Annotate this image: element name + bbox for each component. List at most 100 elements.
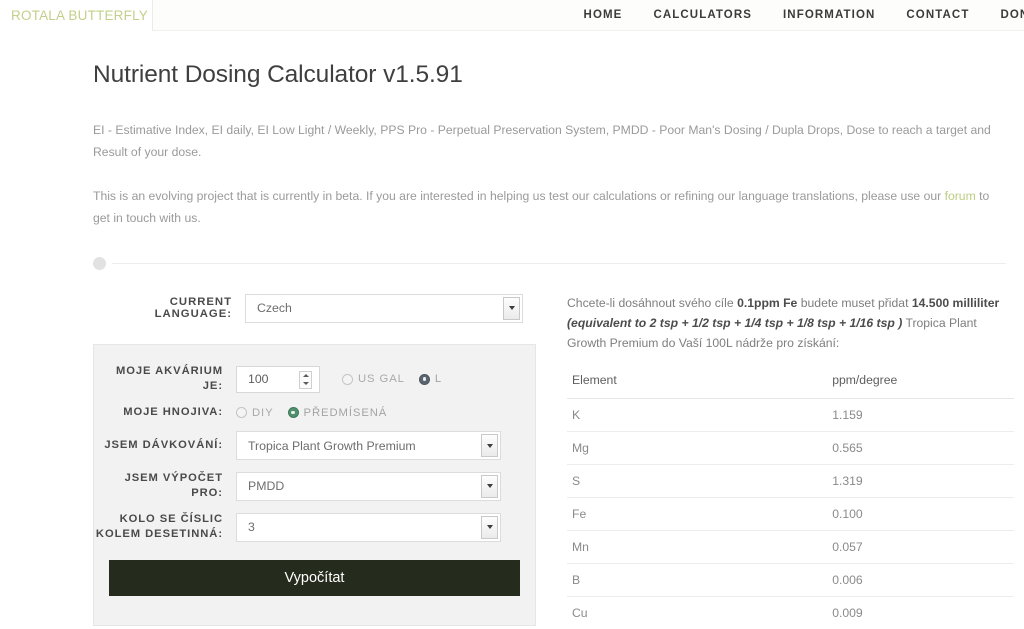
- chevron-down-icon[interactable]: [481, 474, 498, 498]
- calc-for-row: JSEM VÝPOČET PRO: PMDD: [94, 471, 535, 501]
- unit-radio-liter[interactable]: L: [418, 373, 443, 385]
- chevron-down-icon[interactable]: [481, 515, 498, 539]
- calculator-form-column: CURRENT LANGUAGE: Czech MOJE AKVÁRIUM JE…: [93, 293, 558, 626]
- beta-paragraph: This is an evolving project that is curr…: [93, 185, 1008, 229]
- result-summary: Chcete-li dosáhnout svého cíle 0.1ppm Fe…: [567, 293, 1015, 353]
- result-target: 0.1ppm Fe: [737, 296, 798, 310]
- table-row: Mg 0.565: [567, 431, 1014, 465]
- stepper-up-icon: [302, 374, 309, 377]
- chevron-down-icon[interactable]: [481, 434, 498, 457]
- element-value: 0.057: [639, 530, 1014, 564]
- result-text-1: Chcete-li dosáhnout svého cíle: [567, 296, 738, 310]
- tank-volume-value: 100: [248, 372, 269, 386]
- nav-item-contact[interactable]: CONTACT: [906, 9, 969, 21]
- dosing-label: JSEM DÁVKOVÁNÍ:: [104, 439, 223, 451]
- element-name: Mg: [567, 431, 640, 465]
- results-column: Chcete-li dosáhnout svého cíle 0.1ppm Fe…: [558, 293, 1024, 629]
- unit-radio-usgal[interactable]: US GAL: [342, 373, 405, 385]
- tank-volume-input[interactable]: 100: [236, 365, 320, 393]
- logo-text: ROTALA BUTTERFLY: [11, 7, 148, 23]
- calculator-panel: MOJE AKVÁRIUM JE: 100 US GAL L MOJE HNOJ…: [93, 344, 536, 626]
- calc-for-select-value: PMDD: [248, 479, 285, 493]
- forum-link[interactable]: forum: [945, 189, 976, 203]
- rounding-row: KOLO SE ČÍSLIC KOLEM DESETINNÁ: 3: [94, 512, 535, 542]
- dosing-select-value: Tropica Plant Growth Premium: [248, 438, 416, 453]
- language-row: CURRENT LANGUAGE: Czech: [93, 293, 558, 323]
- site-logo[interactable]: ROTALA BUTTERFLY: [0, 0, 153, 31]
- radio-icon-liter-selected[interactable]: [418, 373, 430, 385]
- table-row: Mn 0.057: [567, 530, 1014, 564]
- radio-icon-premixed-selected[interactable]: [287, 407, 299, 418]
- unit-radio-usgal-label: US GAL: [358, 373, 405, 385]
- element-name: Fe: [567, 497, 640, 531]
- element-name: Cu: [567, 596, 640, 629]
- radio-icon-usgal[interactable]: [342, 373, 353, 385]
- table-header-ppm: ppm/degree: [639, 369, 1014, 399]
- slider-track[interactable]: [112, 263, 1006, 264]
- calculate-button[interactable]: Vypočítat: [109, 560, 520, 596]
- element-value: 0.009: [639, 596, 1014, 629]
- quantity-stepper[interactable]: [299, 370, 312, 389]
- fertilizer-radio-diy-label: DIY: [252, 406, 274, 419]
- beta-text-before: This is an evolving project that is curr…: [93, 189, 945, 203]
- element-value: 0.100: [639, 497, 1014, 531]
- nav-item-home[interactable]: HOME: [584, 9, 623, 21]
- table-header-element: Element: [567, 369, 640, 399]
- table-row: Fe 0.100: [567, 497, 1014, 531]
- content-columns: CURRENT LANGUAGE: Czech MOJE AKVÁRIUM JE…: [93, 293, 1024, 629]
- fertilizer-radio-group: DIY PŘEDMÍSENÁ: [236, 407, 395, 419]
- fertilizer-row: MOJE HNOJIVA: DIY PŘEDMÍSENÁ: [94, 405, 535, 420]
- slider-handle[interactable]: [93, 257, 106, 270]
- chevron-down-icon[interactable]: [503, 296, 520, 320]
- nav-item-information[interactable]: INFORMATION: [783, 9, 875, 21]
- calc-for-label: JSEM VÝPOČET PRO:: [124, 472, 223, 499]
- rounding-label-line2: KOLEM DESETINNÁ:: [95, 528, 223, 540]
- dosing-row: JSEM DÁVKOVÁNÍ: Tropica Plant Growth Pre…: [94, 431, 535, 460]
- element-value: 1.319: [639, 464, 1014, 498]
- results-table: Element ppm/degree K 1.159 Mg 0.565 S 1.…: [567, 369, 1014, 629]
- fertilizer-radio-premixed-label: PŘEDMÍSENÁ: [303, 406, 388, 419]
- element-value: 0.565: [639, 431, 1014, 465]
- stepper-down-icon: [302, 382, 309, 385]
- tank-volume-label: MOJE AKVÁRIUM JE:: [115, 365, 223, 392]
- language-label: CURRENT LANGUAGE:: [154, 296, 232, 320]
- unit-radio-liter-label: L: [434, 373, 443, 385]
- calc-for-select[interactable]: PMDD: [236, 471, 501, 501]
- language-select[interactable]: Czech: [245, 293, 523, 323]
- unit-radio-group: US GAL L: [342, 373, 450, 385]
- rounding-label: KOLO SE ČÍSLIC KOLEM DESETINNÁ:: [94, 512, 236, 542]
- rounding-select-value: 3: [248, 520, 255, 534]
- nav-item-calculators[interactable]: CALCULATORS: [653, 9, 752, 21]
- intro-paragraph: EI - Estimative Index, EI daily, EI Low …: [93, 123, 991, 159]
- page-title: Nutrient Dosing Calculator v1.5.91: [93, 61, 463, 88]
- results-table-body: K 1.159 Mg 0.565 S 1.319 Fe 0.100 Mn 0.0…: [567, 398, 1014, 629]
- result-equivalent: (equivalent to 2 tsp + 1/2 tsp + 1/4 tsp…: [567, 316, 903, 330]
- site-header: ROTALA BUTTERFLY HOME CALCULATORS INFORM…: [0, 0, 1024, 31]
- element-name: S: [567, 464, 640, 498]
- element-name: K: [567, 398, 640, 432]
- rounding-label-line1: KOLO SE ČÍSLIC: [119, 513, 223, 525]
- result-text-2: budete muset přidat: [797, 296, 912, 310]
- main-navigation: HOME CALCULATORS INFORMATION CONTACT DON…: [153, 0, 1024, 31]
- nav-item-donate[interactable]: DONAT: [1000, 9, 1024, 21]
- element-value: 0.006: [639, 563, 1014, 597]
- section-slider[interactable]: [93, 257, 1006, 270]
- element-name: B: [567, 563, 640, 597]
- language-select-value: Czech: [257, 301, 292, 315]
- table-row: B 0.006: [567, 563, 1014, 597]
- fertilizer-radio-premixed[interactable]: PŘEDMÍSENÁ: [287, 406, 388, 419]
- fertilizer-radio-diy[interactable]: DIY: [236, 407, 274, 419]
- dosing-select[interactable]: Tropica Plant Growth Premium: [236, 431, 501, 460]
- fertilizer-label: MOJE HNOJIVA:: [123, 406, 223, 418]
- element-value: 1.159: [639, 398, 1014, 432]
- table-row: K 1.159: [567, 398, 1014, 432]
- result-amount: 14.500 milliliter: [911, 296, 1000, 310]
- radio-icon-diy[interactable]: [236, 407, 247, 418]
- table-header-row: Element ppm/degree: [567, 369, 1014, 399]
- tank-volume-row: MOJE AKVÁRIUM JE: 100 US GAL L: [94, 364, 535, 394]
- table-row: S 1.319: [567, 464, 1014, 498]
- rounding-select[interactable]: 3: [236, 512, 501, 542]
- table-row: Cu 0.009: [567, 596, 1014, 629]
- page-body: Nutrient Dosing Calculator v1.5.91 EI - …: [0, 61, 1024, 629]
- element-name: Mn: [567, 530, 640, 564]
